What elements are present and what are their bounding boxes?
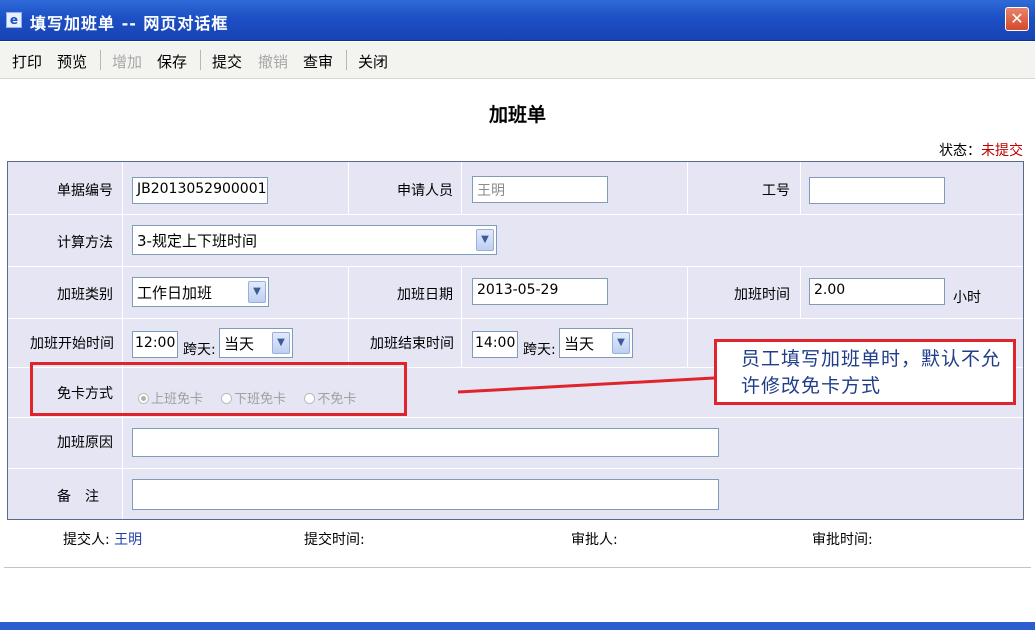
annotation-callout: 员工填写加班单时，默认不允许修改免卡方式: [714, 339, 1016, 405]
annotation-pointer-line: [457, 376, 715, 394]
window-bottom-frame: [0, 622, 1035, 630]
submit-time-label: 提交时间:: [304, 532, 365, 548]
approve-time-label: 审批时间:: [812, 532, 873, 548]
submitter-name: 王明: [114, 532, 143, 548]
submitter-info: 提交人: 王明: [63, 529, 142, 549]
approver-label: 审批人:: [571, 532, 618, 548]
submitter-label: 提交人:: [63, 532, 110, 548]
footer-divider: [4, 567, 1031, 568]
